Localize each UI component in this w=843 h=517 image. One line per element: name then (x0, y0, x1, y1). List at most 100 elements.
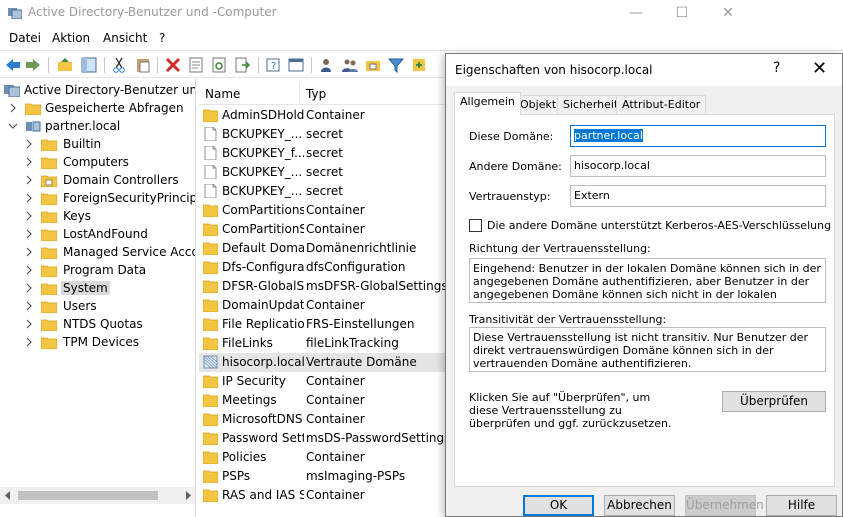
list-item[interactable]: FileLinks fileLinkTracking (199, 334, 449, 353)
chevron-right-icon[interactable] (24, 283, 34, 293)
trust-type-field[interactable]: Extern (570, 185, 826, 207)
menu-ansicht[interactable]: Ansicht (103, 31, 147, 45)
chevron-right-icon[interactable] (24, 265, 34, 275)
paste-icon[interactable] (134, 56, 152, 74)
tab-attribut-editor[interactable]: Attribut-Editor (616, 95, 707, 114)
chevron-right-icon[interactable] (24, 247, 34, 257)
new-ou-icon[interactable] (364, 56, 382, 74)
action-pane-icon[interactable] (287, 56, 305, 74)
tree-node-computers[interactable]: Computers (24, 154, 195, 172)
tree-node-program-data[interactable]: Program Data (24, 262, 195, 280)
tree-node-domain[interactable]: partner.local (8, 118, 195, 136)
tree-node-builtin[interactable]: Builtin (24, 136, 195, 154)
minimize-button[interactable]: — (613, 0, 659, 27)
chevron-right-icon[interactable] (24, 157, 34, 167)
kerberos-aes-checkbox[interactable] (469, 219, 482, 232)
tab-objekt[interactable]: Objekt (514, 95, 563, 114)
cancel-button[interactable]: Abbrechen (604, 495, 675, 516)
list-item[interactable]: Dfs-ConfigurationdfsConfiguration (199, 258, 449, 277)
other-domain-field[interactable]: hisocorp.local (570, 155, 826, 177)
column-header-type[interactable]: Typ (306, 87, 326, 101)
menu-aktion[interactable]: Aktion (52, 31, 90, 45)
list-item[interactable]: MicrosoftDNS Container (199, 410, 449, 429)
tree-node-domain-controllers[interactable]: Domain Controllers (24, 172, 195, 190)
chevron-right-icon[interactable] (24, 193, 34, 203)
list-item[interactable]: File Replication ServiceFRS-Einstellunge… (199, 315, 449, 334)
list-item[interactable]: IP Security Container (199, 372, 449, 391)
verify-button[interactable]: Überprüfen (722, 391, 826, 412)
menu-datei[interactable]: Datei (9, 31, 41, 45)
tree-pane[interactable]: Active Directory-Benutzer und -Computer … (0, 79, 196, 517)
list-pane[interactable]: Name Typ AdminSDHolderContainerBCKUPKEY_… (199, 79, 449, 517)
list-item[interactable]: DFSR-GlobalSettingsmsDFSR-GlobalSettings (199, 277, 449, 296)
this-domain-field[interactable]: partner.local (570, 125, 826, 147)
show-hide-tree-icon[interactable] (80, 56, 98, 74)
list-item[interactable]: Password Settings ContainermsDS-Password… (199, 429, 449, 448)
list-item[interactable]: Meetings Container (199, 391, 449, 410)
tree-node-system[interactable]: System (24, 280, 195, 298)
list-item[interactable]: BCKUPKEY_... secret (199, 182, 449, 201)
list-item[interactable]: BCKUPKEY_f... secret (199, 144, 449, 163)
chevron-right-icon[interactable] (24, 301, 34, 311)
list-item[interactable]: Default Domain PolicyDomänenrichtlinie (199, 239, 449, 258)
up-folder-icon[interactable] (56, 56, 74, 74)
tree-root-node[interactable]: Active Directory-Benutzer und -Computer (4, 82, 195, 100)
chevron-right-icon[interactable] (8, 103, 18, 113)
list-item[interactable]: BCKUPKEY_... secret (199, 125, 449, 144)
scroll-left-icon[interactable] (4, 491, 12, 500)
kerberos-aes-label[interactable]: Die andere Domäne unterstützt Kerberos-A… (487, 219, 831, 232)
maximize-button[interactable]: ☐ (659, 0, 705, 27)
list-item[interactable]: AdminSDHolderContainer (199, 106, 449, 125)
new-group-icon[interactable] (341, 56, 359, 74)
properties-icon[interactable] (187, 56, 205, 74)
tree-horizontal-scrollbar[interactable] (0, 487, 195, 504)
cut-icon[interactable] (110, 56, 128, 74)
chevron-right-icon[interactable] (24, 337, 34, 347)
help-book-icon[interactable]: ? (264, 56, 282, 74)
refresh-icon[interactable] (210, 56, 228, 74)
help-button[interactable]: Hilfe (766, 495, 837, 516)
menu-help[interactable]: ? (159, 31, 165, 45)
list-item[interactable]: BCKUPKEY_... secret (199, 163, 449, 182)
delete-icon[interactable] (164, 56, 182, 74)
tab-sicherheit[interactable]: Sicherheit (557, 95, 625, 114)
window-close-button[interactable]: ✕ (705, 0, 751, 27)
chevron-right-icon[interactable] (24, 229, 34, 239)
dialog-help-button[interactable]: ? (773, 60, 780, 76)
chevron-right-icon[interactable] (24, 139, 34, 149)
tab-allgemein[interactable]: Allgemein (454, 92, 521, 115)
trust-direction-text[interactable]: Eingehend: Benutzer in der lokalen Domän… (469, 258, 826, 303)
scroll-right-icon[interactable] (184, 491, 192, 500)
chevron-right-icon[interactable] (24, 319, 34, 329)
ok-button[interactable]: OK (523, 495, 594, 516)
tree-node-foreign-security-principals[interactable]: ForeignSecurityPrincipals (24, 190, 195, 208)
tree-node-users[interactable]: Users (24, 298, 195, 316)
trust-transitivity-text[interactable]: Diese Vertrauensstellung ist nicht trans… (469, 327, 826, 372)
forward-arrow-icon[interactable] (24, 56, 42, 74)
back-arrow-icon[interactable] (4, 56, 22, 74)
chevron-right-icon[interactable] (24, 211, 34, 221)
tree-node-saved-queries[interactable]: Gespeicherte Abfragen (8, 100, 195, 118)
tree-node-tpm-devices[interactable]: TPM Devices (24, 334, 195, 352)
scrollbar-thumb[interactable] (18, 491, 158, 500)
list-item[interactable]: hisocorp.local Vertraute Domäne (199, 353, 449, 372)
export-list-icon[interactable] (233, 56, 251, 74)
tree-node-ntds-quotas[interactable]: NTDS Quotas (24, 316, 195, 334)
tree-node-keys[interactable]: Keys (24, 208, 195, 226)
list-item[interactable]: PSPs msImaging-PSPs (199, 467, 449, 486)
list-item[interactable]: Policies Container (199, 448, 449, 467)
chevron-down-icon[interactable] (8, 121, 18, 131)
list-item[interactable]: DomainUpdatesContainer (199, 296, 449, 315)
dialog-close-button[interactable]: ✕ (812, 58, 827, 79)
filter-icon[interactable] (387, 56, 405, 74)
new-user-icon[interactable] (318, 56, 336, 74)
column-divider[interactable] (299, 83, 300, 105)
add-to-group-icon[interactable] (410, 56, 428, 74)
list-item[interactable]: ComPartitions Container (199, 201, 449, 220)
list-item[interactable]: ComPartitionSetsContainer (199, 220, 449, 239)
tree-node-lost-and-found[interactable]: LostAndFound (24, 226, 195, 244)
chevron-right-icon[interactable] (24, 175, 34, 185)
column-header-name[interactable]: Name (205, 87, 240, 101)
tree-node-managed-service-accounts[interactable]: Managed Service Accounts (24, 244, 195, 262)
list-item[interactable]: RAS and IAS Servers Access CheckContaine… (199, 486, 449, 505)
